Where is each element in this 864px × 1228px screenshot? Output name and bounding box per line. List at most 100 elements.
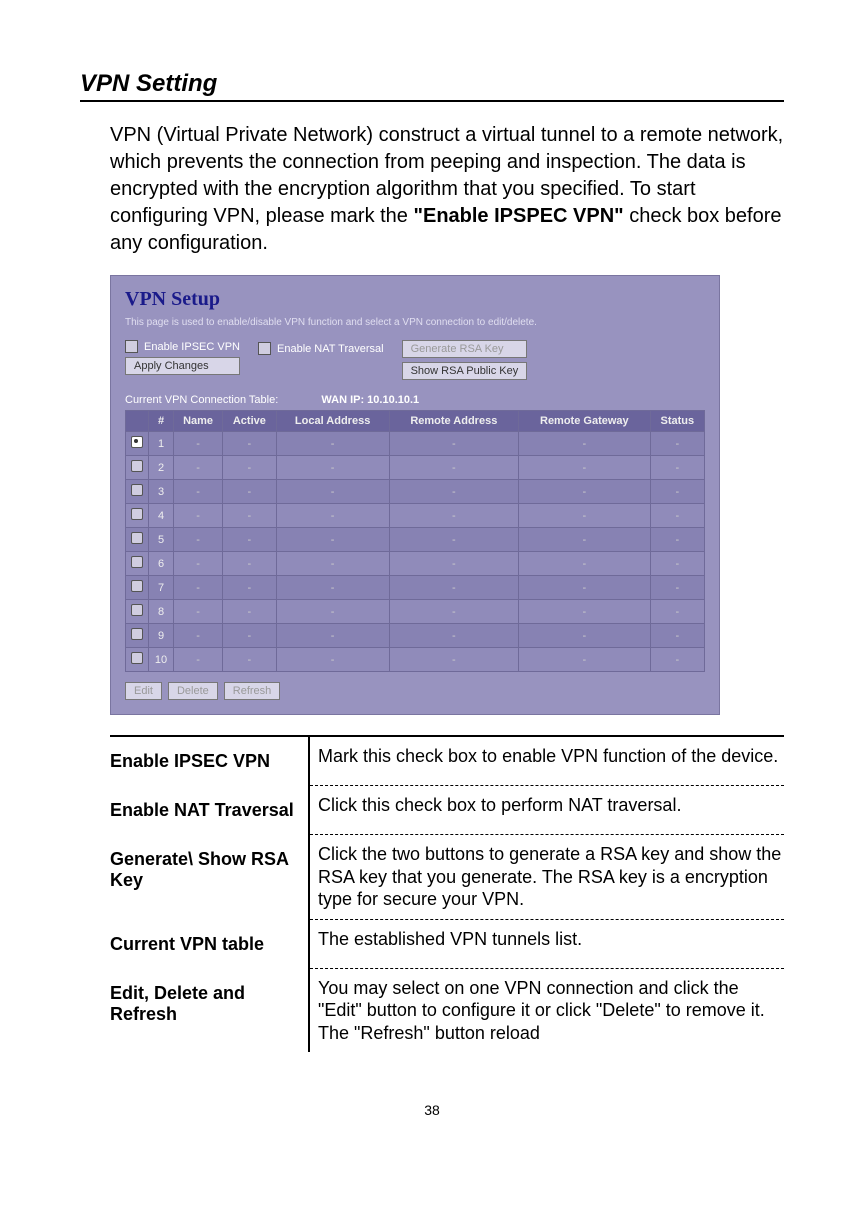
- table-cell: -: [223, 624, 276, 648]
- table-row: 9------: [126, 624, 705, 648]
- row-select-radio[interactable]: [131, 508, 143, 520]
- table-cell: -: [276, 576, 389, 600]
- desc-term: Generate\ Show RSA Key: [110, 835, 310, 920]
- table-cell: -: [389, 624, 518, 648]
- generate-rsa-button[interactable]: Generate RSA Key: [402, 340, 528, 358]
- table-cell: -: [389, 480, 518, 504]
- edit-button[interactable]: Edit: [125, 682, 162, 700]
- vpn-setup-panel: VPN Setup This page is used to enable/di…: [110, 275, 720, 715]
- table-row: 8------: [126, 600, 705, 624]
- desc-text: Mark this check box to enable VPN functi…: [310, 737, 784, 786]
- description-table: Enable IPSEC VPNMark this check box to e…: [110, 735, 784, 1052]
- table-cell: -: [276, 456, 389, 480]
- table-cell: -: [389, 432, 518, 456]
- row-select-radio[interactable]: [131, 628, 143, 640]
- enable-nat-checkbox[interactable]: [258, 342, 271, 355]
- table-cell: -: [174, 480, 223, 504]
- table-row: 1------: [126, 432, 705, 456]
- table-cell: -: [389, 504, 518, 528]
- apply-changes-button[interactable]: Apply Changes: [125, 357, 240, 375]
- col-status: Status: [650, 411, 704, 432]
- row-select-radio[interactable]: [131, 604, 143, 616]
- table-cell: -: [223, 552, 276, 576]
- table-cell: -: [650, 576, 704, 600]
- table-cell: -: [223, 528, 276, 552]
- table-caption-text: Current VPN Connection Table:: [125, 394, 278, 406]
- table-row: 5------: [126, 528, 705, 552]
- table-cell: -: [174, 576, 223, 600]
- table-cell: -: [389, 456, 518, 480]
- row-number: 2: [149, 456, 174, 480]
- table-cell: -: [650, 432, 704, 456]
- table-cell: -: [389, 528, 518, 552]
- row-number: 4: [149, 504, 174, 528]
- table-cell: -: [223, 648, 276, 672]
- show-rsa-button[interactable]: Show RSA Public Key: [402, 362, 528, 380]
- table-cell: -: [223, 480, 276, 504]
- table-cell: -: [389, 600, 518, 624]
- table-cell: -: [223, 456, 276, 480]
- row-select-radio[interactable]: [131, 460, 143, 472]
- row-number: 1: [149, 432, 174, 456]
- table-cell: -: [650, 480, 704, 504]
- panel-description: This page is used to enable/disable VPN …: [125, 317, 705, 328]
- table-cell: -: [276, 504, 389, 528]
- row-select-radio[interactable]: [131, 532, 143, 544]
- row-select-radio[interactable]: [131, 484, 143, 496]
- col-num: #: [149, 411, 174, 432]
- table-cell: -: [650, 624, 704, 648]
- row-select-radio[interactable]: [131, 556, 143, 568]
- table-cell: -: [174, 456, 223, 480]
- row-select-radio[interactable]: [131, 580, 143, 592]
- table-cell: -: [276, 432, 389, 456]
- col-gateway: Remote Gateway: [519, 411, 651, 432]
- refresh-button[interactable]: Refresh: [224, 682, 281, 700]
- desc-term: Current VPN table: [110, 920, 310, 969]
- desc-term: Enable NAT Traversal: [110, 786, 310, 835]
- row-number: 3: [149, 480, 174, 504]
- table-cell: -: [223, 576, 276, 600]
- desc-text: The established VPN tunnels list.: [310, 920, 784, 969]
- panel-title: VPN Setup: [125, 288, 705, 311]
- desc-text: Click the two buttons to generate a RSA …: [310, 835, 784, 920]
- table-cell: -: [519, 552, 651, 576]
- table-cell: -: [276, 528, 389, 552]
- table-cell: -: [650, 456, 704, 480]
- table-row: 3------: [126, 480, 705, 504]
- table-cell: -: [519, 432, 651, 456]
- col-active: Active: [223, 411, 276, 432]
- table-cell: -: [174, 504, 223, 528]
- table-cell: -: [519, 528, 651, 552]
- table-cell: -: [519, 504, 651, 528]
- table-cell: -: [519, 600, 651, 624]
- table-cell: -: [276, 624, 389, 648]
- row-select-radio[interactable]: [131, 652, 143, 664]
- table-cell: -: [389, 552, 518, 576]
- table-cell: -: [650, 648, 704, 672]
- table-cell: -: [650, 552, 704, 576]
- table-caption: Current VPN Connection Table: WAN IP: 10…: [125, 394, 705, 406]
- table-cell: -: [276, 600, 389, 624]
- table-cell: -: [650, 600, 704, 624]
- desc-term: Edit, Delete and Refresh: [110, 969, 310, 1053]
- table-cell: -: [519, 576, 651, 600]
- row-number: 10: [149, 648, 174, 672]
- table-cell: -: [174, 624, 223, 648]
- row-number: 5: [149, 528, 174, 552]
- row-number: 6: [149, 552, 174, 576]
- col-name: Name: [174, 411, 223, 432]
- col-remote: Remote Address: [389, 411, 518, 432]
- desc-text: Click this check box to perform NAT trav…: [310, 786, 784, 835]
- table-cell: -: [276, 648, 389, 672]
- table-cell: -: [650, 528, 704, 552]
- row-number: 7: [149, 576, 174, 600]
- table-cell: -: [519, 480, 651, 504]
- table-cell: -: [389, 576, 518, 600]
- delete-button[interactable]: Delete: [168, 682, 218, 700]
- enable-ipsec-checkbox[interactable]: [125, 340, 138, 353]
- table-cell: -: [276, 480, 389, 504]
- intro-bold: "Enable IPSPEC VPN": [414, 205, 624, 227]
- enable-nat-label: Enable NAT Traversal: [277, 343, 384, 355]
- vpn-connection-table: # Name Active Local Address Remote Addre…: [125, 410, 705, 672]
- row-select-radio[interactable]: [131, 436, 143, 448]
